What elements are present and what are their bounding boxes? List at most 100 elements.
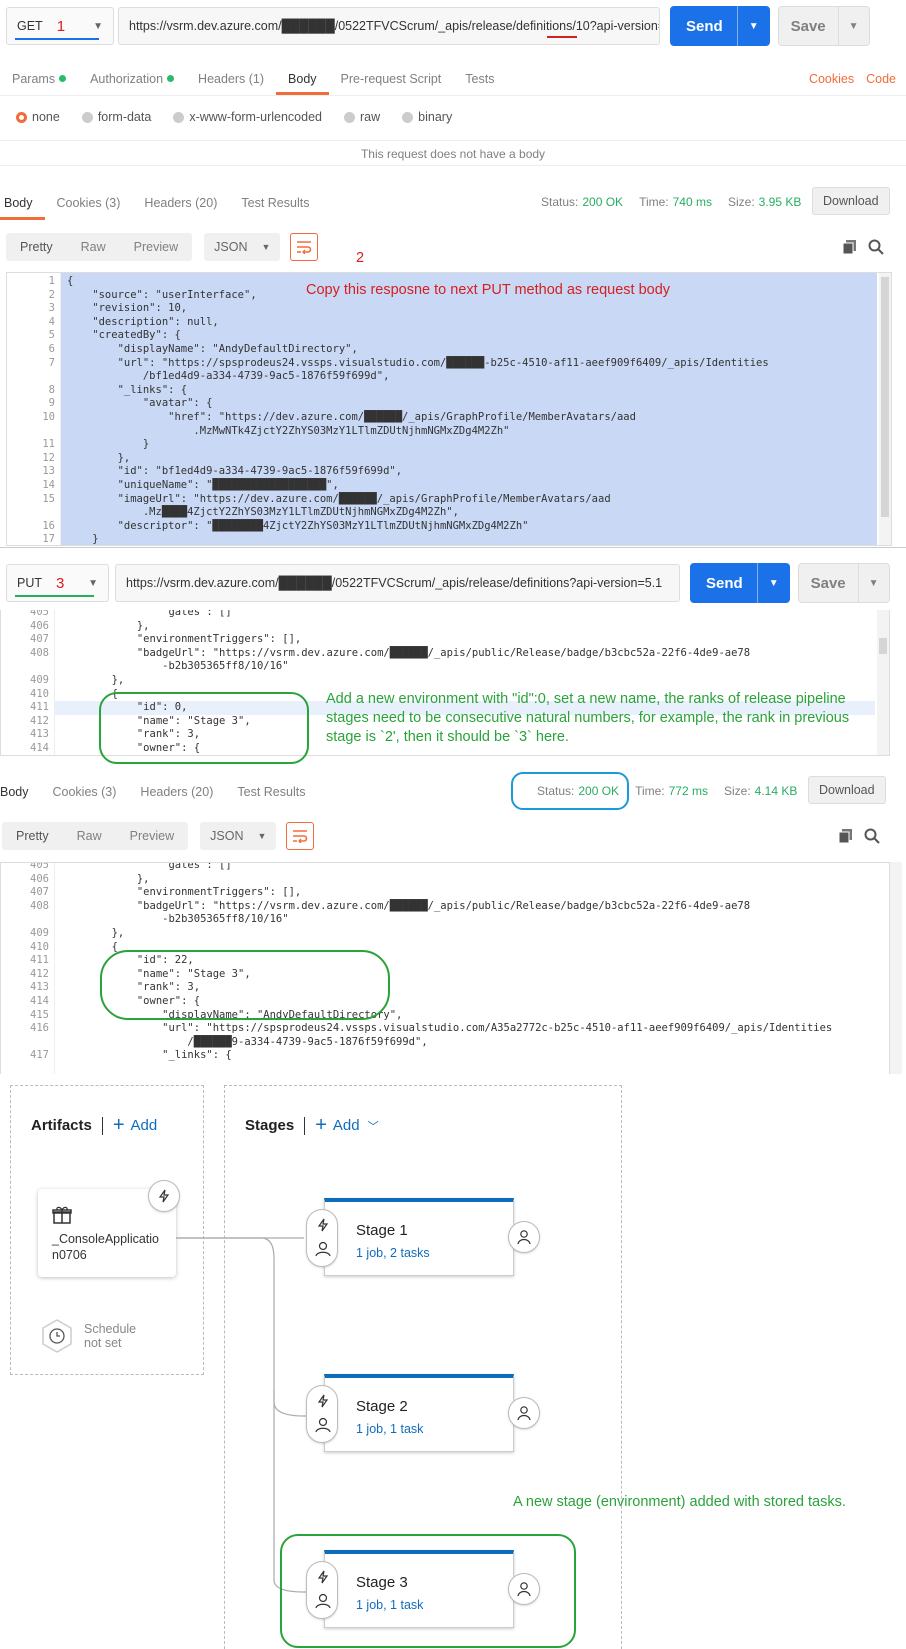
stage-summary[interactable]: 1 job, 1 task (356, 1422, 423, 1436)
code-line: "_links": { (67, 383, 188, 396)
scrollbar[interactable] (877, 610, 889, 755)
wrap-lines-icon[interactable] (286, 822, 315, 850)
code-line: "createdBy": { (67, 329, 181, 342)
download-button-2[interactable]: Download (808, 776, 886, 804)
artifacts-title: Artifacts (31, 1117, 92, 1134)
response1-code-editor[interactable]: 1 {2 "source": "userInterface", 3 "revisio… (6, 272, 892, 546)
line-number: 410 (30, 687, 49, 700)
copy-icon[interactable] (842, 239, 858, 258)
code-line: "source": "userInterface", (67, 288, 257, 301)
chevron-down-icon[interactable]: ▼ (736, 6, 770, 46)
response2-toolbar: Pretty Raw Preview JSON ▼ (2, 822, 315, 850)
code-line: }, (67, 451, 131, 464)
code-line: "href": "https://dev.azure.com/██████/_a… (67, 411, 636, 423)
code-line: } (67, 533, 99, 546)
radio-urlencoded[interactable]: x-www-form-urlencoded (173, 110, 322, 124)
code-line: "url": "https://spsprodeus24.vssps.visua… (67, 356, 769, 369)
tab-params[interactable]: Params (0, 62, 78, 95)
cookies-link[interactable]: Cookies (809, 72, 854, 86)
wrap-lines-icon[interactable] (290, 233, 319, 261)
stages-title: Stages (245, 1117, 295, 1134)
lightning-approver-icon (315, 1218, 331, 1257)
line-number: 14 (42, 479, 55, 491)
tab-response-headers[interactable]: Headers (20) (132, 186, 229, 220)
post-deployment-approver-icon[interactable] (508, 1397, 540, 1429)
tab-test-results[interactable]: Test Results (229, 186, 321, 220)
view-raw[interactable]: Raw (63, 822, 116, 850)
tab-response-cookies[interactable]: Cookies (3) (45, 186, 133, 220)
code-link[interactable]: Code (866, 72, 896, 86)
radio-selected-icon (16, 112, 27, 124)
search-icon[interactable] (868, 239, 884, 258)
copy-icon[interactable] (838, 828, 854, 847)
stage-card[interactable]: Stage 1 1 job, 2 tasks (324, 1198, 514, 1276)
tab-response-body[interactable]: Body (0, 186, 45, 220)
view-preview[interactable]: Preview (120, 233, 192, 261)
code-line: "badgeUrl": "https://vsrm.dev.azure.com/… (61, 646, 751, 659)
line-number: 416 (30, 1022, 49, 1035)
chevron-down-icon[interactable]: ▼ (857, 564, 889, 602)
save-button-get[interactable]: Save ▼ (777, 6, 870, 46)
line-number: 409 (30, 674, 49, 686)
format-select[interactable]: JSON ▼ (200, 822, 277, 850)
line-number: 8 (48, 383, 55, 396)
line-number: 412 (30, 714, 49, 727)
lightning-approver-icon (315, 1394, 331, 1433)
annotation-copy-response: Copy this resposne to next PUT method as… (306, 282, 671, 298)
chevron-down-icon[interactable]: ▼ (756, 563, 790, 603)
trigger-lightning-icon[interactable] (148, 1180, 180, 1212)
url-input-put[interactable]: https://vsrm.dev.azure.com/██████/0522TF… (115, 564, 680, 602)
view-pretty[interactable]: Pretty (2, 822, 63, 850)
format-select[interactable]: JSON ▼ (204, 233, 281, 261)
code-line: { (61, 940, 118, 953)
tab-authorization[interactable]: Authorization (78, 62, 186, 95)
size-value: 4.14 KB (754, 784, 798, 798)
radio-none[interactable]: none (16, 110, 60, 124)
code-line: .Mz████4ZjctY2ZhYS03MzY1LTlmZDUtNjhmNGMx… (67, 506, 459, 519)
download-button-1[interactable]: Download (812, 187, 890, 215)
chevron-down-icon: ﹀ (367, 1120, 379, 1133)
scrollbar[interactable] (879, 273, 891, 545)
search-icon[interactable] (864, 828, 880, 847)
plus-icon: + (112, 1114, 125, 1136)
view-preview[interactable]: Preview (116, 822, 188, 850)
line-number: 2 (48, 288, 55, 301)
url-input-get[interactable]: https://vsrm.dev.azure.com/██████/0522TF… (118, 7, 660, 45)
view-pretty[interactable]: Pretty (6, 233, 67, 261)
view-raw[interactable]: Raw (67, 233, 120, 261)
tab-response-body[interactable]: Body (0, 775, 41, 809)
method-select-get[interactable]: GET 1 ▼ (6, 7, 114, 45)
pre-deployment-conditions[interactable] (306, 1385, 338, 1443)
code-line: .MzMwNTk4ZjctY2ZhYS03MzY1LTlmZDUtNjhmNGM… (67, 424, 510, 437)
tab-headers[interactable]: Headers (1) (186, 62, 276, 95)
method-select-put[interactable]: PUT 3 ▼ (6, 564, 109, 602)
pre-deployment-conditions[interactable] (306, 1209, 338, 1267)
tab-tests[interactable]: Tests (453, 62, 506, 95)
tab-response-headers[interactable]: Headers (20) (128, 775, 225, 809)
save-button-put[interactable]: Save ▼ (797, 563, 890, 603)
tab-body[interactable]: Body (276, 62, 329, 95)
code-line: "_links": { (61, 1049, 232, 1062)
send-button-get[interactable]: Send ▼ (670, 6, 770, 46)
tab-pre-request-script[interactable]: Pre-request Script (329, 62, 454, 95)
code-line: -b2b305365ff8/10/16" (61, 660, 289, 673)
tab-response-cookies[interactable]: Cookies (3) (41, 775, 129, 809)
stages-header: Stages + Add ﹀ (245, 1114, 379, 1137)
post-deployment-approver-icon[interactable] (508, 1221, 540, 1253)
line-number: 410 (30, 940, 49, 953)
radio-binary[interactable]: binary (402, 110, 452, 124)
code-line: /██████9-a334-4739-9ac5-1876f59f699d", (61, 1035, 428, 1048)
radio-form-data[interactable]: form-data (81, 110, 151, 124)
scrollbar[interactable] (890, 862, 902, 1074)
radio-raw[interactable]: raw (344, 110, 380, 124)
schedule-label: Schedule not set (84, 1322, 137, 1350)
add-stage-button[interactable]: + Add ﹀ (315, 1114, 378, 1137)
stage-card[interactable]: Stage 2 1 job, 1 task (324, 1374, 514, 1452)
tab-test-results[interactable]: Test Results (225, 775, 317, 809)
schedule-item[interactable]: Schedule not set (40, 1318, 144, 1354)
chevron-down-icon[interactable]: ▼ (837, 7, 869, 45)
schedule-clock-icon (42, 1319, 72, 1353)
stage-summary[interactable]: 1 job, 2 tasks (356, 1246, 430, 1260)
send-button-put[interactable]: Send ▼ (690, 563, 790, 603)
add-artifact-button[interactable]: + Add (113, 1114, 157, 1137)
